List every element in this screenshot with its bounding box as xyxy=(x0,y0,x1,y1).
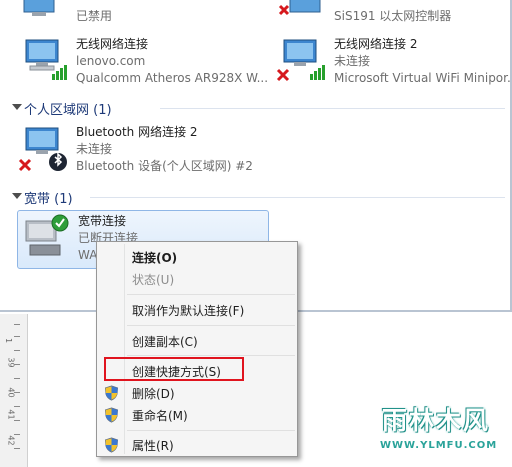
menu-item-connect[interactable]: 连接(O) xyxy=(99,246,295,268)
ruler-tick xyxy=(14,420,20,421)
uac-shield-icon xyxy=(104,437,119,453)
adapter-name: Bluetooth 设备(个人区域网) #2 xyxy=(76,159,253,173)
menu-item-create-copy[interactable]: 创建副本(C) xyxy=(99,330,295,352)
network-connection-item[interactable]: 无线网络连接 2 未连接 Microsoft Virtual WiFi Mini… xyxy=(276,36,512,94)
menu-separator xyxy=(127,355,295,356)
connection-status: 已禁用 xyxy=(76,9,113,23)
ruler-label: 41 xyxy=(6,409,16,420)
broadband-connection-icon xyxy=(25,214,69,256)
ruler-tick xyxy=(14,364,20,365)
wireless-adapter-disconnected-icon xyxy=(276,39,325,82)
ruler-tick xyxy=(14,406,20,407)
group-divider xyxy=(160,108,505,109)
ruler-tick xyxy=(14,392,20,393)
connection-name: 无线网络连接 2 xyxy=(334,37,418,51)
menu-item-label: 属性(R) xyxy=(132,439,174,453)
annotation-highlight-box xyxy=(104,357,244,381)
menu-separator xyxy=(127,325,295,326)
connection-network: 未连接 xyxy=(334,54,371,68)
connection-name: 无线网络连接 xyxy=(76,37,149,51)
group-title: 个人区域网 (1) xyxy=(24,103,112,118)
ruler-label: 1 xyxy=(4,337,14,344)
menu-item-properties[interactable]: 属性(R) xyxy=(99,434,295,456)
network-connection-item[interactable]: 无线网络连接 lenovo.com Qualcomm Atheros AR928… xyxy=(18,36,268,94)
site-watermark: 雨林木风 WWW.YLMFU.COM xyxy=(374,397,510,459)
menu-separator xyxy=(127,294,295,295)
ruler-tick xyxy=(14,448,20,449)
adapter-name: Microsoft Virtual WiFi Minipor... xyxy=(334,71,512,85)
menu-item-label: 重命名(M) xyxy=(132,409,188,423)
connection-name: 宽带连接 xyxy=(78,214,127,228)
ruler-tick xyxy=(14,350,20,351)
adapter-name: Qualcomm Atheros AR928X W... xyxy=(76,71,269,85)
ruler-tick xyxy=(14,324,20,325)
ruler-label: 42 xyxy=(6,435,16,446)
group-header-broadband[interactable]: 宽带 (1) xyxy=(10,188,505,207)
connection-name: Bluetooth 网络连接 2 xyxy=(76,125,198,139)
context-menu: 连接(O) 状态(U) 取消作为默认连接(F) 创建副本(C) 创建快捷方式(S… xyxy=(96,241,298,457)
collapse-arrow-icon[interactable] xyxy=(12,104,22,110)
ruler-tick xyxy=(14,378,20,379)
watermark-url: WWW.YLMFU.COM xyxy=(380,440,498,451)
group-title: 宽带 (1) xyxy=(24,192,73,207)
menu-item-label: 创建副本(C) xyxy=(132,335,198,349)
menu-item-rename[interactable]: 重命名(M) xyxy=(99,404,295,426)
connection-status: 未连接 xyxy=(76,142,113,156)
group-header-pan[interactable]: 个人区域网 (1) xyxy=(10,99,505,118)
ruler-label: 39 xyxy=(6,357,16,368)
group-divider xyxy=(90,197,505,198)
menu-item-delete[interactable]: 删除(D) xyxy=(99,382,295,404)
connection-network: lenovo.com xyxy=(76,54,146,68)
menu-separator xyxy=(127,430,295,431)
menu-item-cancel-default[interactable]: 取消作为默认连接(F) xyxy=(99,299,295,321)
menu-item-label: 状态(U) xyxy=(132,273,175,287)
menu-item-label: 删除(D) xyxy=(132,387,175,401)
watermark-title: 雨林木风 xyxy=(382,406,491,435)
ruler-tick xyxy=(14,336,20,337)
menu-item-label: 取消作为默认连接(F) xyxy=(132,304,245,318)
uac-shield-icon xyxy=(104,407,119,423)
uac-shield-icon xyxy=(104,385,119,401)
adapter-name: SiS191 以太网控制器 xyxy=(334,9,452,23)
wireless-adapter-icon xyxy=(25,39,67,80)
menu-item-label: 连接(O) xyxy=(132,251,178,265)
bluetooth-adapter-icon xyxy=(18,127,67,172)
menu-item-status[interactable]: 状态(U) xyxy=(99,268,295,290)
network-connection-item[interactable]: Bluetooth 网络连接 2 未连接 Bluetooth 设备(个人区域网)… xyxy=(18,124,278,182)
collapse-arrow-icon[interactable] xyxy=(12,193,22,199)
vertical-ruler: 1 39 40 41 42 xyxy=(0,314,28,467)
